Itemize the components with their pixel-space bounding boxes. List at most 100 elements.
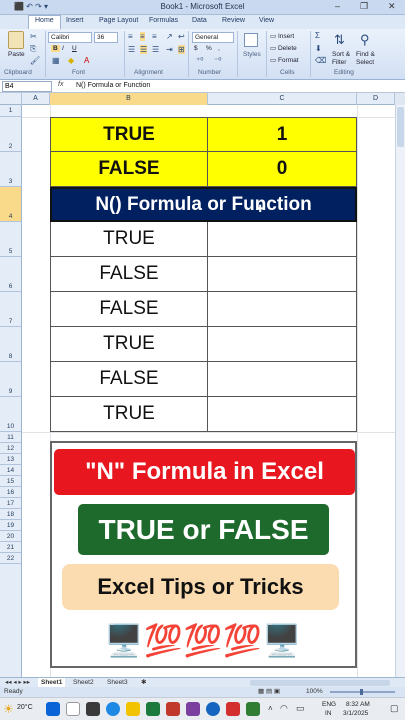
tab-insert[interactable]: Insert [66,17,84,24]
align-left-icon[interactable]: ☰ [128,45,135,54]
formula-input[interactable]: N() Formula or Function [76,81,150,91]
select-all-corner[interactable] [0,93,22,105]
binoculars-icon[interactable]: ⚲ [360,32,370,48]
decrease-decimal-icon[interactable]: ⁻⁰ [214,56,221,65]
tray-chevron-icon[interactable]: ˄ [268,704,273,713]
app-icon[interactable] [166,702,180,716]
cell-b6[interactable]: FALSE [50,257,208,292]
row-header[interactable]: 22 [0,553,22,564]
row-header[interactable]: 9 [0,362,22,397]
cut-icon[interactable]: ✂ [30,32,37,41]
row-header[interactable]: 11 [0,432,22,443]
row-header[interactable]: 17 [0,498,22,509]
sort-filter-icon[interactable]: ⇅ [334,32,345,48]
cell-c2[interactable]: 1 [208,117,357,152]
comma-button[interactable]: , [218,45,220,52]
styles-icon[interactable] [244,33,258,47]
cell-b4-merged-title[interactable]: N() Formula or Function [50,187,357,222]
chrome-icon[interactable] [206,702,220,716]
align-bottom-icon[interactable]: ≡ [152,32,157,41]
row-header[interactable]: 8 [0,327,22,362]
close-button[interactable]: ✕ [388,1,396,12]
row-header[interactable]: 6 [0,257,22,292]
row-header[interactable]: 15 [0,476,22,487]
fill-icon[interactable]: ⬇ [315,44,322,53]
paste-icon[interactable] [8,31,24,49]
restore-button[interactable]: ❐ [360,1,368,12]
row-header[interactable]: 16 [0,487,22,498]
styles-button[interactable]: Styles [243,51,261,58]
task-view-icon[interactable] [86,702,100,716]
fill-color-icon[interactable]: ◆ [68,56,74,65]
format-painter-icon[interactable]: 🖌 [30,56,40,65]
orientation-icon[interactable]: ↗ [166,32,173,41]
align-right-icon[interactable]: ☰ [152,45,159,54]
view-normal-icon[interactable]: ▦ ▤ ▣ [258,687,280,695]
bold-button[interactable]: B [51,45,60,52]
borders-icon[interactable]: ▦ [52,56,60,65]
wrap-text-icon[interactable]: ↩ [178,32,185,41]
autosum-button[interactable]: Σ [315,31,320,40]
row-header[interactable]: 3 [0,152,22,187]
clear-icon[interactable]: ⌫ [315,56,326,65]
row-header[interactable]: 18 [0,509,22,520]
tab-page-layout[interactable]: Page Layout [99,17,138,24]
column-header-a[interactable]: A [22,93,50,105]
row-header[interactable]: 5 [0,222,22,257]
row-header[interactable]: 19 [0,520,22,531]
scroll-thumb[interactable] [397,107,404,147]
scrollbar-top[interactable] [395,93,405,105]
cell-b5[interactable]: TRUE [50,222,208,257]
clock-date[interactable]: 3/1/2025 [343,710,368,717]
indent-icon[interactable]: ⇥ [166,45,173,54]
paste-button[interactable]: Paste [8,51,25,58]
cell-b2[interactable]: TRUE [50,117,208,152]
delete-cells-button[interactable]: ▭ Delete [270,44,297,52]
underline-button[interactable]: U [72,45,77,52]
row-header[interactable]: 7 [0,292,22,327]
search-icon[interactable] [66,702,80,716]
excel-taskbar-icon[interactable] [146,702,160,716]
vertical-scrollbar[interactable] [395,105,405,677]
font-name-select[interactable]: Calibri [48,32,92,43]
row-header[interactable]: 20 [0,531,22,542]
sort-filter-button[interactable]: Sort & [332,51,350,58]
cell-b10[interactable]: TRUE [50,397,208,432]
cell-b3[interactable]: FALSE [50,152,208,187]
name-box[interactable]: B4 [2,81,52,92]
align-top-icon[interactable]: ≡ [128,32,133,41]
row-header[interactable]: 13 [0,454,22,465]
increase-decimal-icon[interactable]: ⁺⁰ [196,56,203,65]
notification-icon[interactable]: ▢ [390,703,399,714]
cell-c9[interactable] [208,362,357,397]
fx-icon[interactable]: fx [58,81,63,88]
row-header[interactable]: 2 [0,117,22,152]
row-header[interactable]: 12 [0,443,22,454]
insert-cells-button[interactable]: ▭ Insert [270,32,294,40]
clock-time[interactable]: 8:32 AM [346,701,370,708]
number-format-select[interactable]: General [192,32,234,43]
percent-button[interactable]: % [206,45,212,52]
weather-temp[interactable]: 20°C [17,704,33,711]
minimize-button[interactable]: – [335,1,340,11]
merge-center-icon[interactable]: ⊞ [178,45,185,54]
tab-data[interactable]: Data [192,17,207,24]
cell-c3[interactable]: 0 [208,152,357,187]
row-header[interactable]: 10 [0,397,22,432]
row-header[interactable]: 4 [0,187,22,222]
font-size-select[interactable]: 36 [94,32,118,43]
weather-icon[interactable]: ☀ [3,702,14,716]
file-explorer-icon[interactable] [126,702,140,716]
align-center-icon[interactable]: ☰ [140,45,148,54]
copy-icon[interactable]: ⎘ [30,44,36,54]
zoom-slider-thumb[interactable] [360,689,363,695]
zoom-level[interactable]: 100% [306,688,323,695]
cell-b7[interactable]: FALSE [50,292,208,327]
tab-review[interactable]: Review [222,17,245,24]
row-header[interactable]: 14 [0,465,22,476]
italic-button[interactable]: I [62,45,64,52]
format-cells-button[interactable]: ▭ Format [270,56,299,64]
find-select-button[interactable]: Find & [356,51,375,58]
tab-formulas[interactable]: Formulas [149,17,178,24]
column-header-b[interactable]: B [50,93,208,105]
